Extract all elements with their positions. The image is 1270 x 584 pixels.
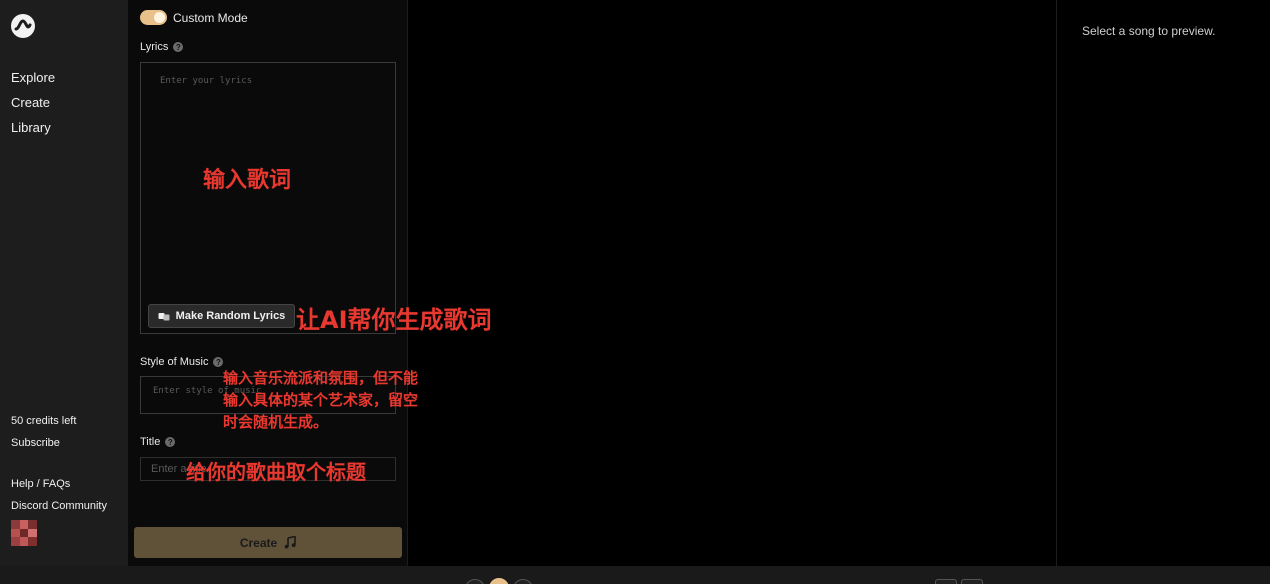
lyrics-box [140, 62, 396, 334]
discord-community-link[interactable]: Discord Community [11, 500, 107, 512]
preview-panel: Select a song to preview. [1056, 0, 1270, 566]
question-icon[interactable]: ? [165, 437, 176, 447]
player-option-button[interactable] [935, 579, 957, 584]
title-label: Title ? [140, 436, 176, 448]
nav-create[interactable]: Create [11, 95, 50, 110]
dice-icon [158, 313, 170, 321]
subscribe-link[interactable]: Subscribe [11, 437, 60, 449]
annotation-lyrics: 输入歌词 [203, 168, 292, 193]
toggle-knob [154, 12, 165, 23]
make-random-lyrics-label: Make Random Lyrics [175, 310, 286, 322]
custom-mode-toggle[interactable] [140, 10, 167, 25]
nav-library[interactable]: Library [11, 120, 51, 135]
music-note-icon [284, 536, 296, 549]
help-faqs-link[interactable]: Help / FAQs [11, 478, 70, 490]
question-icon[interactable]: ? [213, 357, 224, 367]
custom-mode-label: Custom Mode [173, 11, 248, 25]
avatar[interactable] [11, 520, 37, 546]
style-label-text: Style of Music [140, 356, 209, 368]
annotation-style-line2: 输入具体的某个艺术家，留空 [223, 391, 419, 409]
create-button[interactable]: Create [134, 527, 402, 558]
song-list-area [409, 0, 1056, 566]
lyrics-label: Lyrics ? [140, 41, 184, 53]
style-label: Style of Music ? [140, 356, 224, 368]
annotation-ai-lyrics: 让AI帮你生成歌词 [296, 306, 492, 334]
question-icon[interactable]: ? [173, 42, 184, 52]
app-logo-icon[interactable] [10, 13, 36, 39]
lyrics-label-text: Lyrics [140, 41, 169, 53]
nav-explore[interactable]: Explore [11, 70, 55, 85]
annotation-title: 给你的歌曲取个标题 [186, 460, 366, 484]
make-random-lyrics-button[interactable]: Make Random Lyrics [148, 304, 295, 328]
annotation-style-line3: 时会随机生成。 [223, 413, 329, 431]
play-button[interactable] [489, 578, 509, 584]
player-bar [0, 566, 1270, 584]
preview-empty-text: Select a song to preview. [1082, 24, 1216, 38]
lyrics-input[interactable] [141, 63, 395, 333]
sidebar: Explore Create Library 50 credits left S… [0, 0, 128, 566]
title-label-text: Title [140, 436, 161, 448]
player-option-button[interactable] [961, 579, 983, 584]
credits-left: 50 credits left [11, 415, 77, 427]
annotation-style-line1: 输入音乐流派和氛围，但不能 [223, 369, 419, 387]
next-button[interactable] [513, 579, 533, 584]
create-button-label: Create [239, 535, 278, 550]
annotation-style: 输入音乐流派和氛围，但不能 输入具体的某个艺术家，留空 时会随机生成。 [223, 367, 418, 433]
previous-button[interactable] [465, 579, 485, 584]
